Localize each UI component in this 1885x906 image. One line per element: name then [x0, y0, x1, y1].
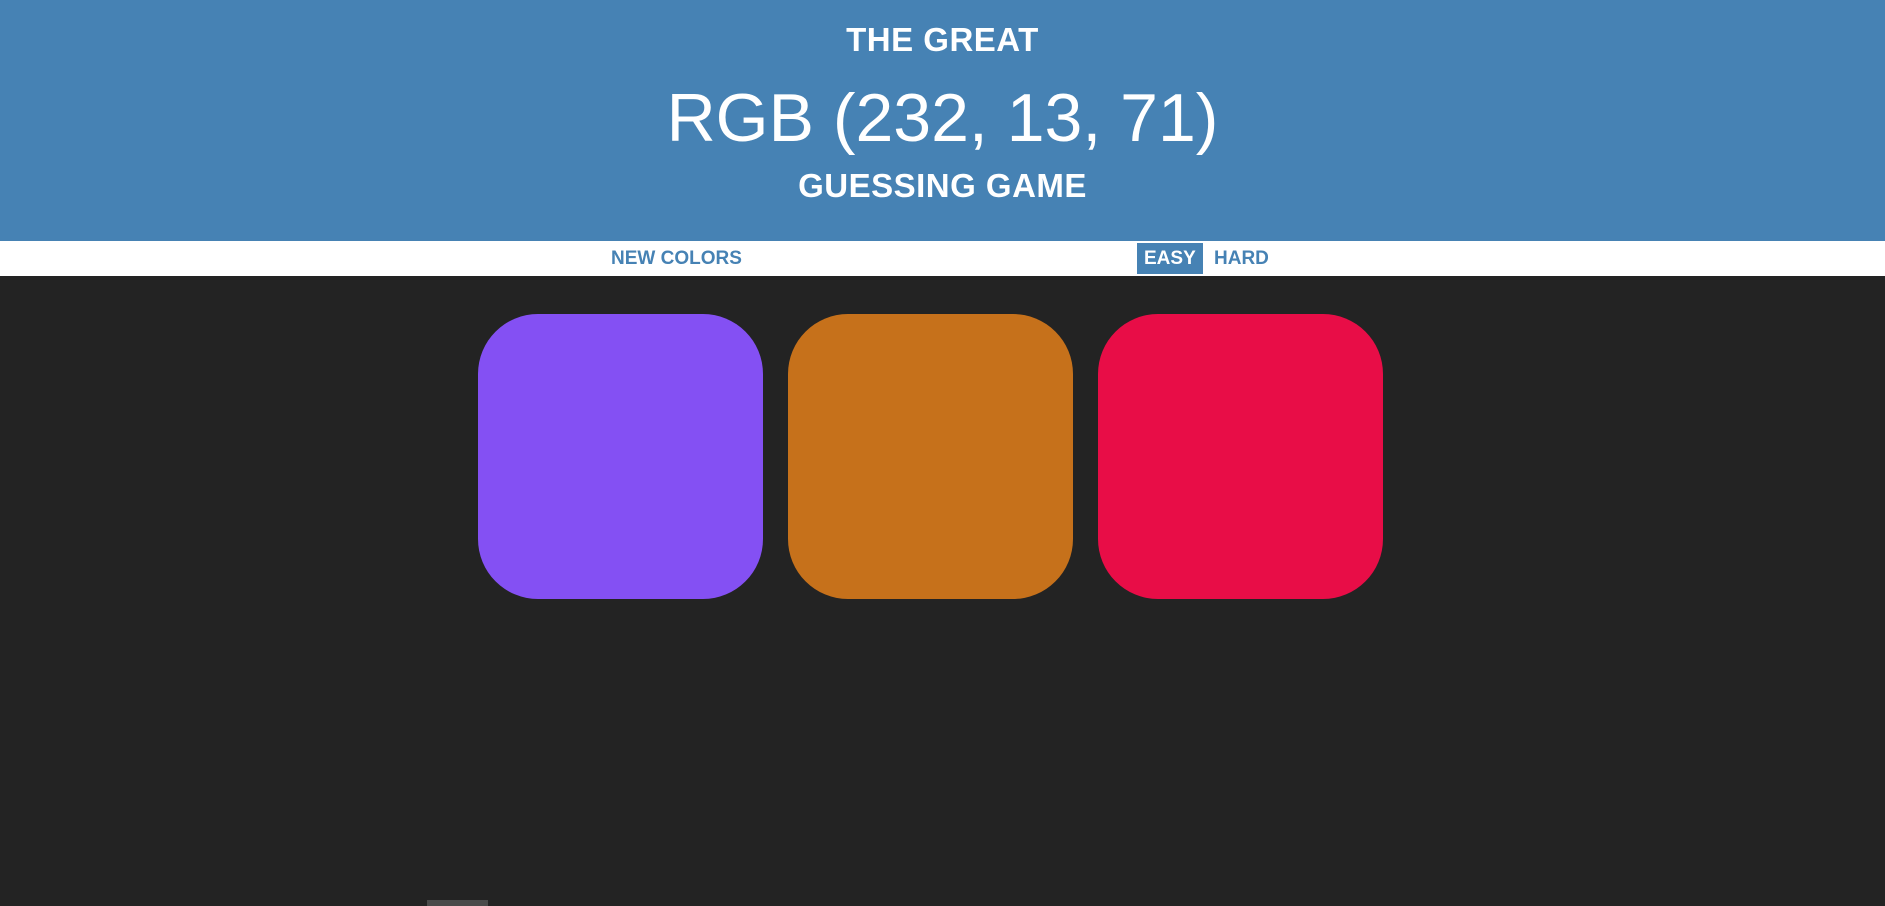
color-square[interactable] — [478, 314, 763, 599]
status-message — [760, 243, 1114, 274]
title-top: THE GREAT — [846, 21, 1039, 58]
color-square[interactable] — [788, 314, 1073, 599]
color-square[interactable] — [1098, 314, 1383, 599]
control-stripe: NEW COLORS EASY HARD — [0, 241, 1885, 276]
horizontal-scrollbar-thumb[interactable] — [427, 900, 488, 906]
color-board — [0, 276, 1885, 906]
header: THE GREAT RGB (232, 13, 71) GUESSING GAM… — [0, 0, 1885, 241]
target-color-display: RGB (232, 13, 71) — [666, 80, 1219, 156]
new-colors-button[interactable]: NEW COLORS — [604, 243, 749, 274]
title-bottom: GUESSING GAME — [798, 167, 1087, 204]
hard-mode-button[interactable]: HARD — [1207, 243, 1276, 274]
easy-mode-button[interactable]: EASY — [1137, 243, 1203, 274]
